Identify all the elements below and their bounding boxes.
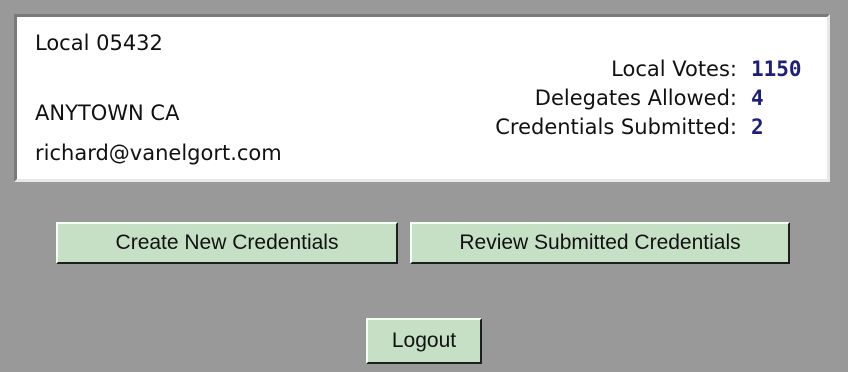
delegates-allowed-label: Delegates Allowed: — [534, 86, 737, 110]
stat-row-delegates-allowed: Delegates Allowed: 4 — [317, 86, 815, 115]
local-votes-value: 1150 — [751, 57, 802, 81]
credentials-submitted-label: Credentials Submitted: — [495, 115, 737, 139]
logout-button[interactable]: Logout — [366, 318, 482, 364]
local-stats: Local Votes: 1150 Delegates Allowed: 4 C… — [317, 57, 815, 144]
stat-row-credentials-submitted: Credentials Submitted: 2 — [317, 115, 815, 144]
local-name: Local 05432 — [35, 31, 163, 55]
local-email: richard@vanelgort.com — [35, 141, 282, 165]
local-votes-label: Local Votes: — [611, 57, 737, 81]
review-submitted-credentials-button[interactable]: Review Submitted Credentials — [410, 222, 790, 264]
delegates-allowed-value: 4 — [751, 86, 764, 110]
create-new-credentials-button[interactable]: Create New Credentials — [56, 222, 398, 264]
local-city: ANYTOWN CA — [35, 101, 180, 125]
local-info-panel: Local 05432 ANYTOWN CA richard@vanelgort… — [14, 14, 830, 182]
credentials-submitted-value: 2 — [751, 115, 764, 139]
stat-row-local-votes: Local Votes: 1150 — [317, 57, 815, 86]
